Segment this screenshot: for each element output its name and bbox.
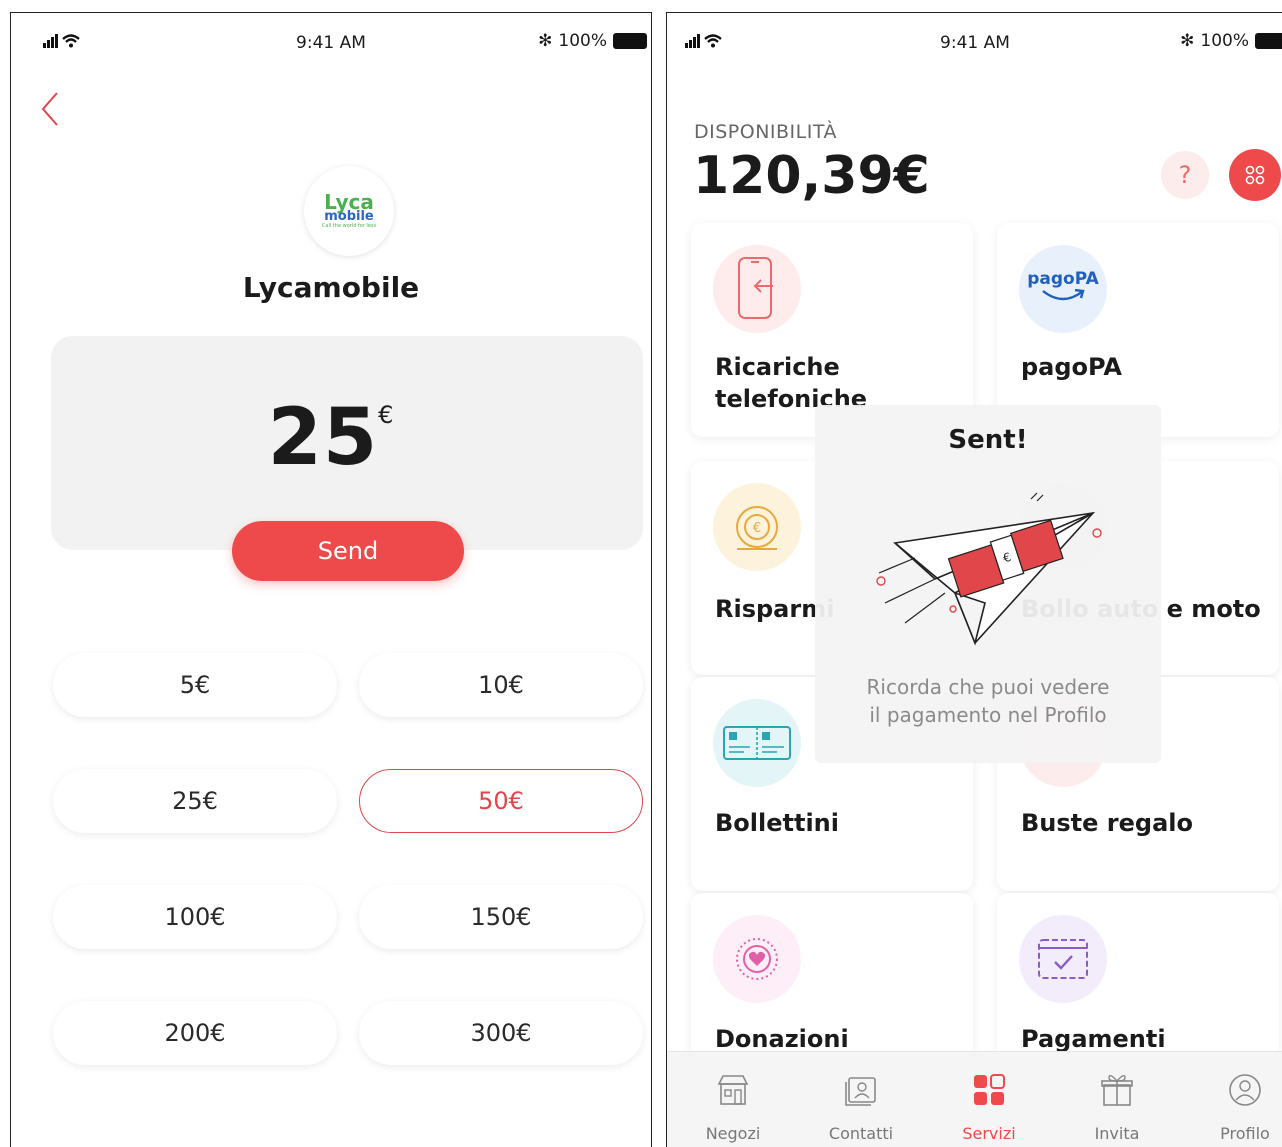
amount-option[interactable]: 150€ — [359, 885, 643, 949]
operator-logo: Lyca mobile Call the world for less — [304, 166, 394, 256]
status-bar: 9:41 AM ✻ 100% — [667, 31, 1282, 55]
pagopa-icon: pagoPA — [1019, 245, 1107, 333]
tab-contatti[interactable]: Contatti — [801, 1052, 921, 1147]
tab-profilo[interactable]: Profilo — [1185, 1052, 1282, 1147]
help-button[interactable]: ? — [1161, 151, 1209, 199]
store-icon — [717, 1075, 749, 1105]
battery-percent: 100% — [558, 31, 607, 51]
tab-label: Servizi — [962, 1124, 1016, 1143]
help-label: ? — [1178, 161, 1192, 189]
grid-menu-button[interactable] — [1229, 149, 1281, 201]
profile-icon — [1229, 1074, 1261, 1106]
tab-label: Invita — [1094, 1124, 1140, 1143]
bottom-tab-bar: Negozi Contatti Servizi Invita Profilo — [667, 1051, 1282, 1147]
phone-recharge-icon — [713, 245, 801, 333]
services-screen: 9:41 AM ✻ 100% DISPONIBILITÀ 120,39€ ? R… — [666, 12, 1282, 1147]
battery-indicator: ✻ 100% — [538, 31, 647, 51]
service-label: pagoPA — [1021, 353, 1123, 381]
tab-label: Profilo — [1220, 1124, 1270, 1143]
battery-icon — [1255, 33, 1282, 49]
bluetooth-icon: ✻ — [538, 31, 553, 51]
sent-confirmation-toast: Sent! € Ricorda che puoi vedere il pagam… — [815, 405, 1161, 763]
recharge-amount-screen: 9:41 AM ✻ 100% Lyca mobile Call the worl… — [10, 12, 652, 1147]
euro-coin-icon: € — [713, 483, 801, 571]
tab-label: Negozi — [705, 1124, 761, 1143]
selected-amount: 25€ — [11, 393, 651, 483]
battery-percent: 100% — [1200, 31, 1249, 51]
tab-servizi[interactable]: Servizi — [929, 1052, 1049, 1147]
battery-icon — [613, 33, 647, 49]
amount-option[interactable]: 5€ — [53, 653, 337, 717]
operator-name: Lycamobile — [242, 271, 420, 304]
services-grid-icon — [974, 1074, 1005, 1105]
balance-label: DISPONIBILITÀ — [694, 121, 837, 143]
amount-option[interactable]: 10€ — [359, 653, 643, 717]
service-label: Buste regalo — [1021, 809, 1193, 837]
operator-logo-text-bottom: mobile — [324, 209, 374, 224]
tab-invita[interactable]: Invita — [1057, 1052, 1177, 1147]
tab-negozi[interactable]: Negozi — [673, 1052, 793, 1147]
sent-message: Ricorda che puoi vedere il pagamento nel… — [835, 673, 1141, 729]
battery-indicator: ✻ 100% — [1180, 31, 1282, 51]
amount-option[interactable]: 100€ — [53, 885, 337, 949]
grid-icon — [1245, 165, 1265, 185]
send-button[interactable]: Send — [232, 521, 464, 581]
amount-currency: € — [378, 401, 395, 429]
sent-message-line: Ricorda che puoi vedere — [866, 675, 1110, 699]
calendar-check-icon — [1019, 915, 1107, 1003]
amount-option-selected[interactable]: 50€ — [359, 769, 643, 833]
amount-number: 25 — [267, 393, 379, 483]
heart-donation-icon — [713, 915, 801, 1003]
paper-plane-illustration-icon: € — [865, 483, 1105, 663]
gift-icon — [1101, 1074, 1133, 1106]
bluetooth-icon: ✻ — [1180, 31, 1195, 51]
back-chevron-icon[interactable] — [37, 89, 63, 129]
bill-slip-icon — [713, 699, 801, 787]
pagopa-icon-text: pagoPA — [1027, 268, 1099, 289]
status-bar: 9:41 AM ✻ 100% — [11, 31, 651, 55]
amount-option[interactable]: 25€ — [53, 769, 337, 833]
sent-title: Sent! — [948, 425, 1028, 455]
sent-message-line: il pagamento nel Profilo — [869, 703, 1107, 727]
svg-text:€: € — [753, 521, 761, 536]
amount-option[interactable]: 200€ — [53, 1001, 337, 1065]
tab-label: Contatti — [828, 1124, 894, 1143]
operator-logo-tagline: Call the world for less — [321, 223, 377, 229]
contacts-icon — [845, 1077, 876, 1106]
service-label: Bollettini — [715, 809, 839, 837]
amount-option[interactable]: 300€ — [359, 1001, 643, 1065]
balance-value: 120,39€ — [693, 146, 930, 206]
